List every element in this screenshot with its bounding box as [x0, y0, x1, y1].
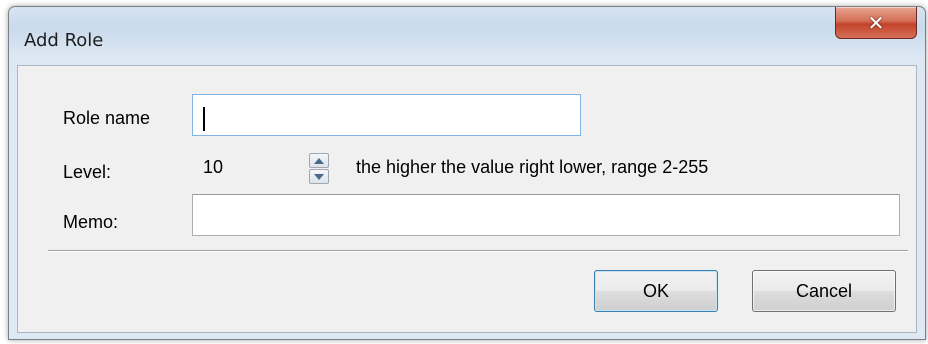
add-role-dialog: Add Role ✕ Role name Level: 10 the highe… — [8, 6, 926, 340]
separator — [48, 250, 908, 252]
level-label: Level: — [63, 162, 112, 182]
spin-down-icon — [314, 173, 324, 180]
dialog-title: Add Role — [24, 30, 104, 51]
cancel-button[interactable]: Cancel — [752, 270, 896, 312]
level-hint: the higher the value right lower, range … — [356, 157, 709, 177]
memo-label: Memo: — [63, 212, 119, 232]
close-button[interactable]: ✕ — [835, 7, 917, 39]
spin-up-icon — [314, 157, 324, 164]
role-name-input[interactable] — [192, 94, 581, 136]
level-spinner-buttons — [309, 153, 329, 185]
close-icon: ✕ — [867, 10, 885, 35]
role-name-label: Role name — [63, 108, 151, 128]
level-spinner-value[interactable]: 10 — [203, 150, 303, 184]
text-caret — [203, 107, 205, 131]
spin-down-button[interactable] — [309, 169, 329, 184]
spin-up-button[interactable] — [309, 153, 329, 168]
dialog-body: Role name Level: 10 the higher the value… — [17, 65, 917, 333]
memo-input[interactable] — [192, 194, 900, 236]
ok-button[interactable]: OK — [594, 270, 718, 312]
